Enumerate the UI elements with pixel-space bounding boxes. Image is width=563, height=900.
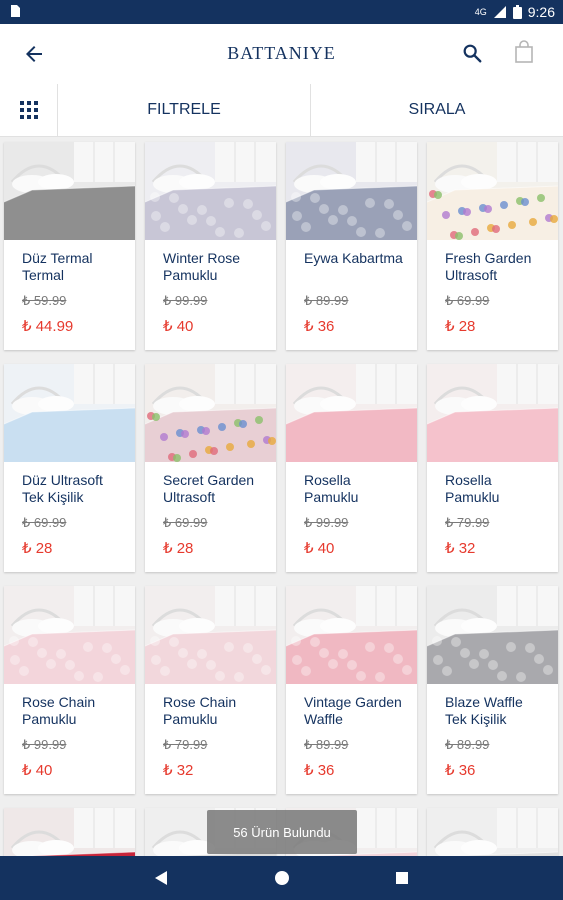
product-name: Rose Chain Pamuklu: [163, 694, 237, 727]
product-card[interactable]: Winter Rose Pamuklu ₺ 99.99 ₺ 40: [145, 142, 276, 350]
product-card[interactable]: Rosella Pamuklu ₺ 79.99 ₺ 32: [427, 364, 558, 572]
result-count-toast: 56 Ürün Bulundu: [207, 810, 357, 854]
sort-button[interactable]: SIRALA: [311, 84, 563, 136]
product-name: Rosella Pamuklu: [445, 472, 500, 505]
grid-view-toggle[interactable]: [0, 84, 58, 136]
product-old-price: ₺ 79.99: [163, 737, 208, 752]
product-image[interactable]: [145, 364, 276, 462]
blanket-photo: [427, 142, 558, 240]
blanket-photo: [286, 142, 417, 240]
product-old-price: ₺ 99.99: [304, 515, 349, 530]
product-old-price: ₺ 89.99: [445, 737, 490, 752]
product-price: ₺ 40: [163, 318, 194, 335]
product-name: Fresh Garden Ultrasoft: [445, 250, 532, 283]
blanket-photo: [4, 142, 135, 240]
product-image[interactable]: [4, 364, 135, 462]
blanket-photo: [145, 364, 276, 462]
product-card[interactable]: [4, 808, 135, 858]
product-price: ₺ 28: [445, 318, 476, 335]
product-card[interactable]: Blaze Waffle Tek Kişilik ₺ 89.99 ₺ 36: [427, 586, 558, 794]
product-image[interactable]: [145, 586, 276, 684]
product-image[interactable]: [427, 586, 558, 684]
blanket-photo: [427, 586, 558, 684]
blanket-photo: [145, 586, 276, 684]
battery-icon: [512, 5, 522, 19]
product-name: Rose Chain Pamuklu: [22, 694, 96, 727]
signal-icon: [493, 6, 506, 18]
product-name: Düz Ultrasoft Tek Kişilik: [22, 472, 103, 505]
product-price: ₺ 28: [163, 540, 194, 557]
blanket-photo: [145, 142, 276, 240]
product-name: Secret Garden Ultrasoft: [163, 472, 255, 505]
product-price: ₺ 36: [445, 762, 476, 779]
product-price: ₺ 28: [22, 540, 53, 557]
blanket-photo: [4, 586, 135, 684]
product-image[interactable]: [427, 364, 558, 462]
product-image[interactable]: [4, 586, 135, 684]
blanket-photo: [286, 364, 417, 462]
product-name: Rosella Pamuklu: [304, 472, 359, 505]
network-label: 4G: [474, 7, 487, 17]
product-old-price: ₺ 99.99: [22, 737, 67, 752]
product-name: Blaze Waffle Tek Kişilik: [445, 694, 523, 727]
filter-button[interactable]: FILTRELE: [58, 84, 311, 136]
nav-back-icon[interactable]: [152, 868, 172, 888]
sd-card-icon: [11, 5, 20, 17]
clock: 9:26: [527, 4, 555, 20]
product-card[interactable]: [427, 808, 558, 858]
product-card[interactable]: Eywa Kabartma ₺ 89.99 ₺ 36: [286, 142, 417, 350]
product-image[interactable]: [286, 586, 417, 684]
blanket-photo: [4, 364, 135, 462]
blanket-photo: [427, 808, 558, 858]
product-name: Eywa Kabartma: [304, 250, 403, 266]
product-image[interactable]: [286, 364, 417, 462]
product-old-price: ₺ 69.99: [445, 293, 490, 308]
product-image[interactable]: [427, 142, 558, 240]
product-name: Winter Rose Pamuklu: [163, 250, 241, 283]
product-card[interactable]: Rose Chain Pamuklu ₺ 79.99 ₺ 32: [145, 586, 276, 794]
product-price: ₺ 32: [163, 762, 194, 779]
product-card[interactable]: Rose Chain Pamuklu ₺ 99.99 ₺ 40: [4, 586, 135, 794]
blanket-photo: [286, 586, 417, 684]
product-card[interactable]: Düz Termal Termal ₺ 59.99 ₺ 44.99: [4, 142, 135, 350]
product-old-price: ₺ 69.99: [163, 515, 208, 530]
product-card[interactable]: Fresh Garden Ultrasoft ₺ 69.99 ₺ 28: [427, 142, 558, 350]
grid-icon: [19, 101, 38, 119]
product-price: ₺ 44.99: [22, 318, 74, 335]
status-bar: 4G 9:26: [0, 0, 563, 24]
blanket-photo: [4, 808, 135, 858]
shopping-bag-icon[interactable]: [513, 40, 535, 64]
nav-home-icon[interactable]: [272, 868, 292, 888]
product-old-price: ₺ 89.99: [304, 293, 349, 308]
filter-bar: FILTRELE SIRALA: [0, 84, 563, 137]
product-card[interactable]: Secret Garden Ultrasoft ₺ 69.99 ₺ 28: [145, 364, 276, 572]
product-image[interactable]: [4, 808, 135, 858]
nav-recents-icon[interactable]: [392, 868, 412, 888]
product-image[interactable]: [427, 808, 558, 858]
product-price: ₺ 40: [304, 540, 335, 557]
product-price: ₺ 36: [304, 318, 335, 335]
product-price: ₺ 40: [22, 762, 53, 779]
product-image[interactable]: [145, 142, 276, 240]
product-old-price: ₺ 99.99: [163, 293, 208, 308]
app-bar: BATTANIYE: [0, 24, 563, 85]
system-nav-bar: [0, 856, 563, 900]
product-image[interactable]: [286, 142, 417, 240]
product-image[interactable]: [4, 142, 135, 240]
product-price: ₺ 36: [304, 762, 335, 779]
product-grid: Düz Termal Termal ₺ 59.99 ₺ 44.99 Winter Ro…: [4, 142, 560, 858]
product-old-price: ₺ 89.99: [304, 737, 349, 752]
product-old-price: ₺ 69.99: [22, 515, 67, 530]
product-old-price: ₺ 79.99: [445, 515, 490, 530]
search-icon[interactable]: [461, 42, 483, 64]
product-price: ₺ 32: [445, 540, 476, 557]
product-old-price: ₺ 59.99: [22, 293, 67, 308]
product-name: Vintage Garden Waffle: [304, 694, 402, 727]
product-card[interactable]: Düz Ultrasoft Tek Kişilik ₺ 69.99 ₺ 28: [4, 364, 135, 572]
blanket-photo: [427, 364, 558, 462]
status-indicators: 4G 9:26: [475, 4, 555, 20]
product-card[interactable]: Vintage Garden Waffle ₺ 89.99 ₺ 36: [286, 586, 417, 794]
product-name: Düz Termal Termal: [22, 250, 93, 283]
product-card[interactable]: Rosella Pamuklu ₺ 99.99 ₺ 40: [286, 364, 417, 572]
